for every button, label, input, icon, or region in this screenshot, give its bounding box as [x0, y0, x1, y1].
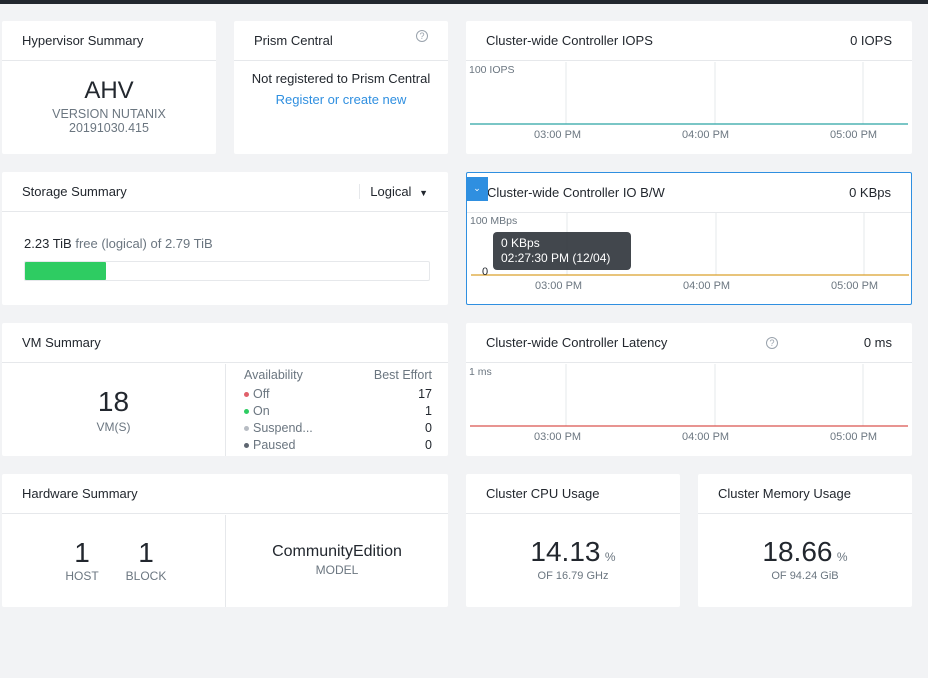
iobw-y-max: 100 MBps [470, 215, 518, 227]
storage-summary-title: Storage Summary [22, 184, 127, 199]
iops-value: 0 IOPS [850, 33, 892, 48]
vm-state-name: Paused [253, 438, 296, 452]
hypervisor-version: 20191030.415 [69, 121, 149, 135]
hardware-model-label: MODEL [315, 563, 359, 577]
hardware-model: CommunityEdition [272, 543, 402, 560]
vm-state-label: Suspend... [244, 420, 313, 437]
chevron-down-icon: ⌄ [473, 183, 481, 193]
cpu-usage-value: 14.13 [530, 536, 601, 567]
latency-y-max: 1 ms [469, 366, 492, 378]
vm-state-row: Paused 0 [244, 437, 432, 454]
vm-state-name: Suspend... [253, 421, 313, 435]
help-icon[interactable]: ? [416, 29, 428, 42]
memory-usage-title: Cluster Memory Usage [718, 486, 851, 501]
block-count: 1 [138, 537, 154, 568]
help-icon[interactable]: ? [766, 337, 778, 349]
storage-free-text: free (logical) of 2.79 TiB [75, 236, 213, 251]
latency-card: Cluster-wide Controller Latency ? 0 ms 1… [466, 323, 912, 456]
hypervisor-summary-card: Hypervisor Summary AHV VERSION NUTANIX 2… [2, 21, 216, 154]
x-tick-label: 03:00 PM [534, 431, 582, 443]
vm-state-count: 0 [425, 421, 432, 435]
legend-dot-icon [244, 426, 249, 432]
iops-y-max: 100 IOPS [469, 64, 515, 76]
chevron-down-icon: ▼ [419, 188, 428, 198]
storage-mode-label: Logical [370, 184, 412, 199]
tooltip-value: 0 KBps [501, 236, 540, 250]
legend-dot-icon [244, 392, 249, 398]
memory-usage-value: 18.66 [762, 536, 833, 567]
prism-central-card: Prism Central ? Not registered to Prism … [234, 21, 448, 154]
x-tick-label: 04:00 PM [682, 431, 730, 443]
storage-usage-fill [25, 262, 106, 280]
cpu-usage-card: Cluster CPU Usage 14.13 % OF 16.79 GHz [466, 474, 680, 607]
hypervisor-summary-title: Hypervisor Summary [22, 33, 144, 48]
iobw-title: Cluster-wide Controller IO B/W [487, 185, 665, 200]
vm-state-name: On [253, 404, 270, 418]
x-tick-label: 05:00 PM [830, 129, 878, 141]
vm-state-label: Paused [244, 437, 295, 454]
iobw-chart: 100 MBps 0 03:00 PM 04:00 PM 05:00 PM 0 … [467, 213, 911, 305]
vm-summary-card: VM Summary 18 VM(S) Availability Best Ef… [2, 323, 448, 456]
vm-state-label: On [244, 403, 270, 420]
cpu-usage-title: Cluster CPU Usage [486, 486, 600, 501]
host-count: 1 [74, 537, 90, 568]
availability-header: Availability [244, 368, 303, 382]
vm-state-row: On 1 [244, 403, 432, 420]
vm-count: 18 [97, 386, 130, 417]
storage-free-value: 2.23 [24, 236, 50, 251]
best-effort-header: Best Effort [373, 368, 432, 382]
iops-title: Cluster-wide Controller IOPS [486, 33, 653, 48]
prism-central-title: Prism Central [254, 33, 333, 48]
vm-summary-title: VM Summary [22, 335, 101, 350]
cpu-capacity: OF 16.79 GHz [537, 570, 609, 582]
vm-state-count: 1 [425, 404, 432, 418]
chart-tooltip: 0 KBps 02:27:30 PM (12/04) [493, 232, 631, 270]
memory-capacity: OF 94.24 GiB [771, 570, 839, 582]
vm-state-list: Off 17 On 1 Suspend... 0 Paused 0 [244, 386, 432, 454]
x-tick-label: 03:00 PM [534, 129, 582, 141]
prism-status: Not registered to Prism Central [251, 71, 431, 86]
tooltip-time: 02:27:30 PM (12/04) [501, 251, 611, 265]
host-label: HOST [65, 569, 99, 583]
x-tick-label: 05:00 PM [830, 431, 878, 443]
latency-title: Cluster-wide Controller Latency [486, 335, 668, 350]
vm-state-row: Suspend... 0 [244, 420, 432, 437]
x-tick-label: 04:00 PM [683, 280, 731, 292]
latency-value: 0 ms [863, 335, 892, 350]
vm-state-label: Off [244, 386, 269, 403]
hypervisor-name: AHV [84, 77, 134, 104]
vm-state-name: Off [253, 387, 270, 401]
x-tick-label: 05:00 PM [831, 280, 879, 292]
top-bar [0, 0, 928, 4]
storage-free-line: 2.23 TiB free (logical) of 2.79 TiB [24, 236, 428, 251]
vm-state-count: 17 [418, 387, 432, 401]
cpu-usage-unit: % [604, 550, 616, 564]
iops-card: Cluster-wide Controller IOPS 0 IOPS 100 … [466, 21, 912, 154]
storage-free-unit: TiB [52, 236, 72, 251]
storage-summary-card: Storage Summary Logical ▼ 2.23 TiB free … [2, 172, 448, 305]
x-tick-label: 04:00 PM [682, 129, 730, 141]
vm-state-row: Off 17 [244, 386, 432, 403]
expand-button[interactable]: ⌄ [466, 177, 488, 201]
storage-usage-bar [24, 261, 430, 281]
memory-usage-card: Cluster Memory Usage 18.66 % OF 94.24 Gi… [698, 474, 912, 607]
vm-state-count: 0 [425, 438, 432, 452]
legend-dot-icon [244, 443, 249, 449]
memory-usage-unit: % [836, 550, 848, 564]
hardware-summary-title: Hardware Summary [22, 486, 138, 501]
iobw-value: 0 KBps [849, 185, 891, 200]
block-label: BLOCK [125, 569, 167, 583]
storage-mode-dropdown[interactable]: Logical ▼ [359, 184, 428, 199]
hardware-summary-card: Hardware Summary 1 HOST 1 BLOCK Communit… [2, 474, 448, 607]
iops-chart: 100 IOPS 03:00 PM 04:00 PM 05:00 PM [466, 62, 912, 154]
legend-dot-icon [244, 409, 249, 415]
hypervisor-version-line: VERSION NUTANIX [52, 107, 166, 121]
x-tick-label: 03:00 PM [535, 280, 583, 292]
vm-count-label: VM(S) [96, 420, 131, 434]
iobw-card: Cluster-wide Controller IO B/W 0 KBps ⌄ … [466, 172, 912, 305]
register-link[interactable]: Register or create new [234, 92, 448, 107]
latency-chart: 1 ms 03:00 PM 04:00 PM 05:00 PM [466, 364, 912, 456]
iobw-zero-marker: 0 [482, 266, 489, 278]
